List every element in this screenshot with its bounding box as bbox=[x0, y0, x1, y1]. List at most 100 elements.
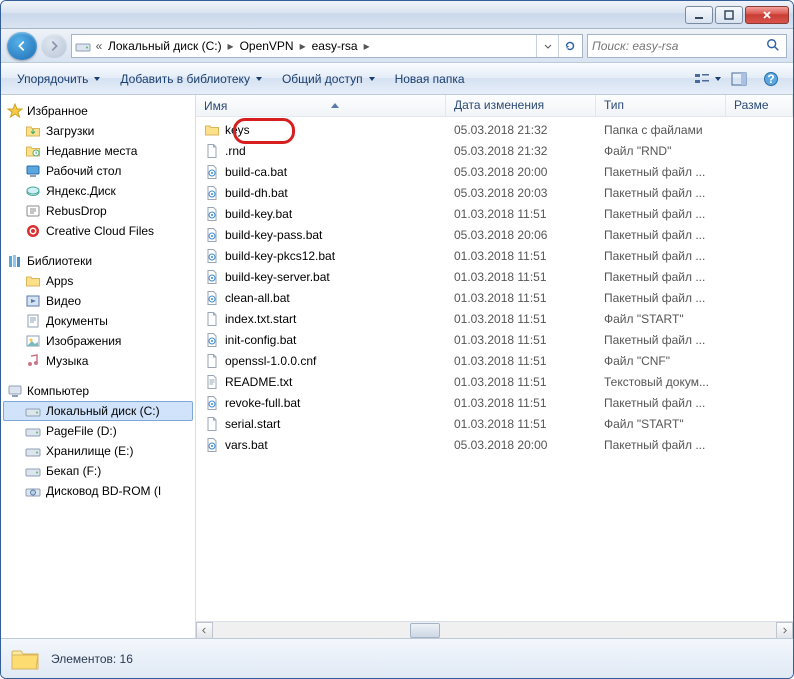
search-input[interactable] bbox=[592, 39, 766, 53]
sidebar-item[interactable]: Локальный диск (C:) bbox=[3, 401, 193, 421]
sidebar-item[interactable]: Яндекс.Диск bbox=[3, 181, 193, 201]
file-name: README.txt bbox=[225, 375, 292, 389]
folder-icon bbox=[25, 273, 41, 289]
hdd-icon bbox=[25, 423, 41, 439]
titlebar bbox=[1, 1, 793, 29]
sidebar-item-label: Локальный диск (C:) bbox=[46, 404, 160, 418]
view-options-button[interactable] bbox=[693, 67, 721, 91]
favorites-label: Избранное bbox=[27, 104, 88, 118]
favorites-header[interactable]: Избранное bbox=[3, 101, 193, 121]
address-bar[interactable]: « Локальный диск (C:) ▸ OpenVPN ▸ easy-r… bbox=[71, 34, 583, 58]
bat-icon bbox=[204, 248, 220, 264]
nav-forward-button[interactable] bbox=[41, 34, 67, 58]
sidebar-item[interactable]: Недавние места bbox=[3, 141, 193, 161]
preview-pane-button[interactable] bbox=[725, 67, 753, 91]
history-dropdown[interactable] bbox=[536, 35, 558, 57]
file-type: Файл "START" bbox=[596, 417, 726, 431]
desktop-icon bbox=[25, 163, 41, 179]
breadcrumb-seg-2[interactable]: easy-rsa bbox=[308, 35, 362, 57]
file-row[interactable]: clean-all.bat01.03.2018 11:51Пакетный фа… bbox=[196, 287, 793, 308]
chevron-right-icon[interactable]: ▸ bbox=[226, 39, 236, 53]
close-button[interactable] bbox=[745, 6, 789, 24]
search-icon[interactable] bbox=[766, 38, 782, 54]
sidebar-item-label: Изображения bbox=[46, 334, 121, 348]
add-library-label: Добавить в библиотеку bbox=[120, 72, 250, 86]
chevron-right-icon[interactable]: ▸ bbox=[362, 39, 372, 53]
file-row[interactable]: build-key-pass.bat05.03.2018 20:06Пакетн… bbox=[196, 224, 793, 245]
scroll-left-button[interactable] bbox=[196, 622, 213, 639]
help-button[interactable]: ? bbox=[757, 67, 785, 91]
maximize-button[interactable] bbox=[715, 6, 743, 24]
sidebar-item-label: Бекап (F:) bbox=[46, 464, 101, 478]
horizontal-scrollbar[interactable] bbox=[196, 621, 793, 638]
navigation-pane[interactable]: Избранное ЗагрузкиНедавние местаРабочий … bbox=[1, 95, 196, 638]
column-date[interactable]: Дата изменения bbox=[446, 95, 596, 116]
sidebar-item[interactable]: Рабочий стол bbox=[3, 161, 193, 181]
file-row[interactable]: build-ca.bat05.03.2018 20:00Пакетный фай… bbox=[196, 161, 793, 182]
nav-back-button[interactable] bbox=[7, 32, 37, 60]
breadcrumb-seg-1[interactable]: OpenVPN bbox=[236, 35, 298, 57]
folder-icon bbox=[204, 122, 220, 138]
file-row[interactable]: build-dh.bat05.03.2018 20:03Пакетный фай… bbox=[196, 182, 793, 203]
breadcrumb-label: OpenVPN bbox=[240, 39, 294, 53]
new-folder-button[interactable]: Новая папка bbox=[387, 68, 473, 90]
sidebar-item[interactable]: Музыка bbox=[3, 351, 193, 371]
bd-icon bbox=[25, 483, 41, 499]
add-to-library-button[interactable]: Добавить в библиотеку bbox=[112, 68, 270, 90]
file-list[interactable]: Имя Дата изменения Тип Разме keys05.03.2… bbox=[196, 95, 793, 638]
scroll-right-button[interactable] bbox=[776, 622, 793, 639]
file-date: 01.03.2018 11:51 bbox=[446, 312, 596, 326]
file-row[interactable]: serial.start01.03.2018 11:51Файл "START" bbox=[196, 413, 793, 434]
chevron-right-icon[interactable]: ▸ bbox=[298, 39, 308, 53]
minimize-button[interactable] bbox=[685, 6, 713, 24]
sidebar-item[interactable]: Apps bbox=[3, 271, 193, 291]
sidebar-item[interactable]: PageFile (D:) bbox=[3, 421, 193, 441]
file-row[interactable]: vars.bat05.03.2018 20:00Пакетный файл ..… bbox=[196, 434, 793, 455]
column-type[interactable]: Тип bbox=[596, 95, 726, 116]
search-box[interactable] bbox=[587, 34, 787, 58]
file-row[interactable]: .rnd05.03.2018 21:32Файл "RND" bbox=[196, 140, 793, 161]
file-row[interactable]: README.txt01.03.2018 11:51Текстовый доку… bbox=[196, 371, 793, 392]
sidebar-item[interactable]: Изображения bbox=[3, 331, 193, 351]
dropdown-icon bbox=[715, 77, 721, 81]
status-count: Элементов: 16 bbox=[51, 652, 133, 666]
sidebar-item[interactable]: Бекап (F:) bbox=[3, 461, 193, 481]
recent-icon bbox=[25, 143, 41, 159]
sidebar-item-label: Яндекс.Диск bbox=[46, 184, 116, 198]
sidebar-item[interactable]: RebusDrop bbox=[3, 201, 193, 221]
bat-icon bbox=[204, 269, 220, 285]
file-date: 05.03.2018 20:00 bbox=[446, 165, 596, 179]
file-row[interactable]: build-key.bat01.03.2018 11:51Пакетный фа… bbox=[196, 203, 793, 224]
column-name[interactable]: Имя bbox=[196, 95, 446, 116]
command-bar: Упорядочить Добавить в библиотеку Общий … bbox=[1, 63, 793, 95]
file-row[interactable]: index.txt.start01.03.2018 11:51Файл "STA… bbox=[196, 308, 793, 329]
sidebar-item[interactable]: Документы bbox=[3, 311, 193, 331]
computer-header[interactable]: Компьютер bbox=[3, 381, 193, 401]
file-row[interactable]: keys05.03.2018 21:32Папка с файлами bbox=[196, 119, 793, 140]
sidebar-item[interactable]: Видео bbox=[3, 291, 193, 311]
file-row[interactable]: openssl-1.0.0.cnf01.03.2018 11:51Файл "C… bbox=[196, 350, 793, 371]
sidebar-item[interactable]: Creative Cloud Files bbox=[3, 221, 193, 241]
file-name: build-key-pkcs12.bat bbox=[225, 249, 335, 263]
share-button[interactable]: Общий доступ bbox=[274, 68, 383, 90]
organize-button[interactable]: Упорядочить bbox=[9, 68, 108, 90]
breadcrumb-seg-0[interactable]: Локальный диск (C:) bbox=[104, 35, 226, 57]
file-row[interactable]: build-key-server.bat01.03.2018 11:51Паке… bbox=[196, 266, 793, 287]
sidebar-item[interactable]: Хранилище (E:) bbox=[3, 441, 193, 461]
file-name: .rnd bbox=[225, 144, 246, 158]
file-row[interactable]: build-key-pkcs12.bat01.03.2018 11:51Паке… bbox=[196, 245, 793, 266]
file-row[interactable]: revoke-full.bat01.03.2018 11:51Пакетный … bbox=[196, 392, 793, 413]
file-row[interactable]: init-config.bat01.03.2018 11:51Пакетный … bbox=[196, 329, 793, 350]
scroll-track[interactable] bbox=[213, 622, 776, 639]
refresh-button[interactable] bbox=[558, 35, 580, 57]
chevron-left-icon[interactable]: « bbox=[94, 39, 104, 53]
sidebar-item[interactable]: Дисковод BD-ROM (I bbox=[3, 481, 193, 501]
file-name: keys bbox=[225, 123, 250, 137]
sidebar-item-label: RebusDrop bbox=[46, 204, 107, 218]
scroll-thumb[interactable] bbox=[410, 623, 440, 638]
sidebar-item[interactable]: Загрузки bbox=[3, 121, 193, 141]
file-name: build-dh.bat bbox=[225, 186, 288, 200]
column-size[interactable]: Разме bbox=[726, 95, 793, 116]
libraries-header[interactable]: Библиотеки bbox=[3, 251, 193, 271]
file-date: 05.03.2018 20:06 bbox=[446, 228, 596, 242]
